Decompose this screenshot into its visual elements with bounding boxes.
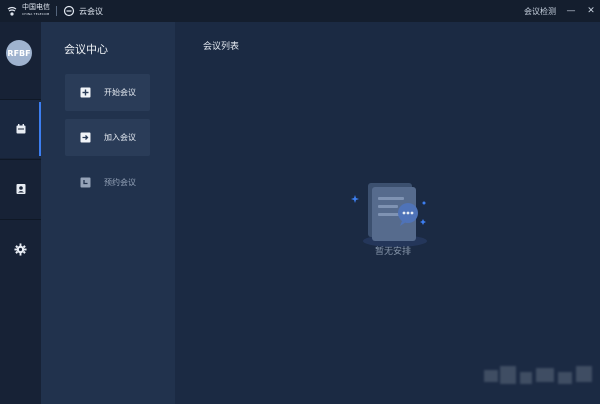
minimize-button[interactable]: —: [566, 6, 576, 16]
schedule-icon: [79, 177, 91, 189]
main-content: 会议列表 暂无安排: [175, 22, 600, 404]
nav-rail: RFBF: [0, 22, 41, 404]
join-icon: [79, 132, 91, 144]
brand-company-sub: CHINA TELECOM: [22, 12, 50, 16]
watermark: [484, 362, 594, 394]
schedule-meeting-button[interactable]: 预约会议: [65, 164, 150, 201]
avatar[interactable]: RFBF: [6, 40, 32, 66]
brand-product: 云会议: [79, 6, 103, 16]
gear-icon: [14, 242, 27, 256]
join-meeting-button[interactable]: 加入会议: [65, 119, 150, 156]
china-telecom-logo-icon: [7, 6, 17, 16]
panel-title: 会议中心: [64, 43, 108, 56]
empty-state-text: 暂无安排: [375, 247, 412, 257]
brand-company: 中国电信: [22, 3, 50, 11]
schedule-meeting-label: 预约会议: [104, 178, 136, 187]
title-bar: 中国电信 CHINA TELECOM 云会议 会议检测 — ✕: [0, 0, 600, 22]
join-meeting-label: 加入会议: [104, 133, 136, 142]
brand-divider: [56, 6, 57, 16]
rail-item-meetings[interactable]: [0, 100, 41, 158]
start-meeting-label: 开始会议: [104, 88, 136, 97]
rail-item-settings[interactable]: [0, 220, 41, 278]
rail-item-contacts[interactable]: [0, 160, 41, 218]
cloud-meeting-logo-icon: [63, 5, 75, 17]
close-button[interactable]: ✕: [586, 6, 596, 16]
meeting-check-button[interactable]: 会议检测: [524, 6, 556, 17]
meeting-center-panel: 会议中心 开始会议 加入会议 预约会议: [41, 22, 175, 404]
start-meeting-button[interactable]: 开始会议: [65, 74, 150, 111]
contacts-icon: [16, 184, 25, 194]
calendar-icon: [16, 124, 25, 134]
brand: 中国电信 CHINA TELECOM 云会议: [6, 4, 103, 18]
page-title: 会议列表: [203, 42, 240, 52]
titlebar-controls: 会议检测 — ✕: [524, 4, 596, 18]
plus-icon: [79, 87, 91, 99]
